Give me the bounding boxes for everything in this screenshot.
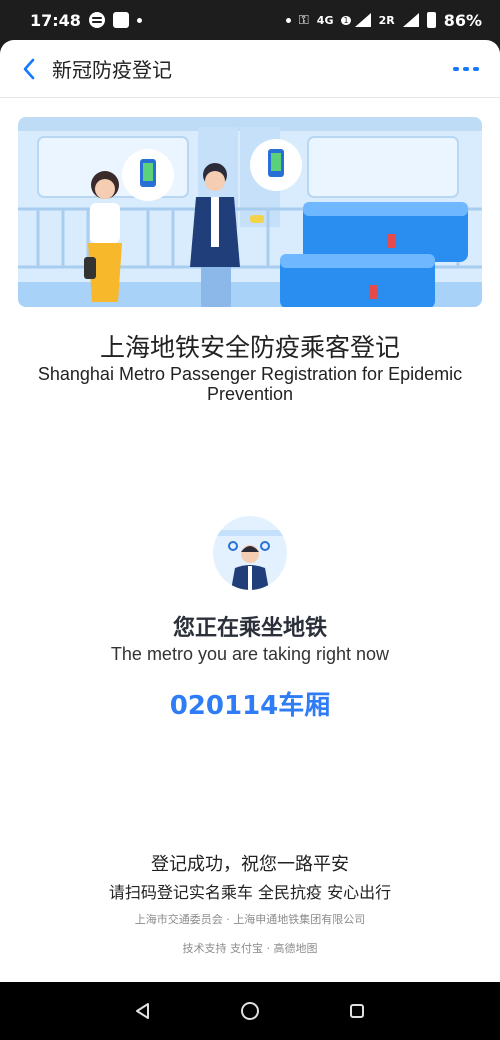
circle-home-icon bbox=[240, 1002, 259, 1020]
metro-banner-illustration bbox=[18, 117, 482, 307]
status-bar: 17:48 ⚿ 4G 1 2R 86% bbox=[0, 0, 500, 40]
chevron-left-icon bbox=[23, 58, 35, 79]
battery-icon bbox=[426, 12, 436, 28]
registration-heading-cn: 上海地铁安全防疫乘客登记 bbox=[99, 333, 400, 362]
network-type: 4G bbox=[316, 13, 334, 27]
square-recents-icon bbox=[349, 1004, 364, 1018]
roaming-indicator: 2R bbox=[378, 13, 395, 27]
more-notifications-icon bbox=[136, 17, 142, 23]
registration-heading-en: Shanghai Metro Passenger Registration fo… bbox=[37, 364, 463, 404]
spotify-icon bbox=[88, 12, 105, 28]
more-dots-icon bbox=[453, 66, 459, 71]
back-button[interactable] bbox=[14, 49, 44, 89]
carriage-number: 020114车厢 bbox=[169, 691, 331, 721]
signal-icon bbox=[354, 13, 371, 27]
signal-2-icon bbox=[402, 13, 419, 27]
success-message: 登记成功，祝您一路平安 bbox=[151, 854, 349, 875]
triangle-back-icon bbox=[136, 1003, 150, 1019]
metro-scene-image bbox=[18, 117, 482, 307]
more-dot bbox=[473, 66, 479, 71]
page-title: 新冠防疫登记 bbox=[52, 58, 172, 82]
nav-back-button[interactable] bbox=[123, 991, 163, 1031]
more-button[interactable] bbox=[446, 49, 486, 89]
tech-support-text: 技术支持 支付宝 · 高德地图 bbox=[182, 942, 318, 955]
app-notification-icon bbox=[112, 12, 129, 28]
riding-status-en: The metro you are taking right now bbox=[110, 644, 390, 664]
battery-percent: 86% bbox=[443, 10, 482, 30]
passenger-avatar-icon bbox=[213, 516, 287, 590]
nav-home-button[interactable] bbox=[230, 991, 270, 1031]
app-window: 新冠防疫登记 上海地铁安全防疫乘客登记 Shanghai Metro Passe… bbox=[0, 40, 500, 982]
sim-badge: 1 bbox=[341, 15, 351, 25]
key-icon: ⚿ bbox=[298, 12, 309, 28]
riding-status-cn: 您正在乘坐地铁 bbox=[172, 616, 327, 641]
more-dot bbox=[463, 66, 469, 71]
title-bar: 新冠防疫登记 bbox=[0, 40, 500, 98]
organizations-text: 上海市交通委员会 · 上海申通地铁集团有限公司 bbox=[134, 913, 366, 926]
clock: 17:48 bbox=[30, 10, 81, 30]
nav-recents-button[interactable] bbox=[337, 991, 377, 1031]
commuter-illustration bbox=[213, 516, 287, 590]
hotspot-dot-icon bbox=[285, 17, 291, 23]
slogan-text: 请扫码登记实名乘车 全民抗疫 安心出行 bbox=[108, 883, 392, 902]
system-nav-bar bbox=[0, 982, 500, 1040]
